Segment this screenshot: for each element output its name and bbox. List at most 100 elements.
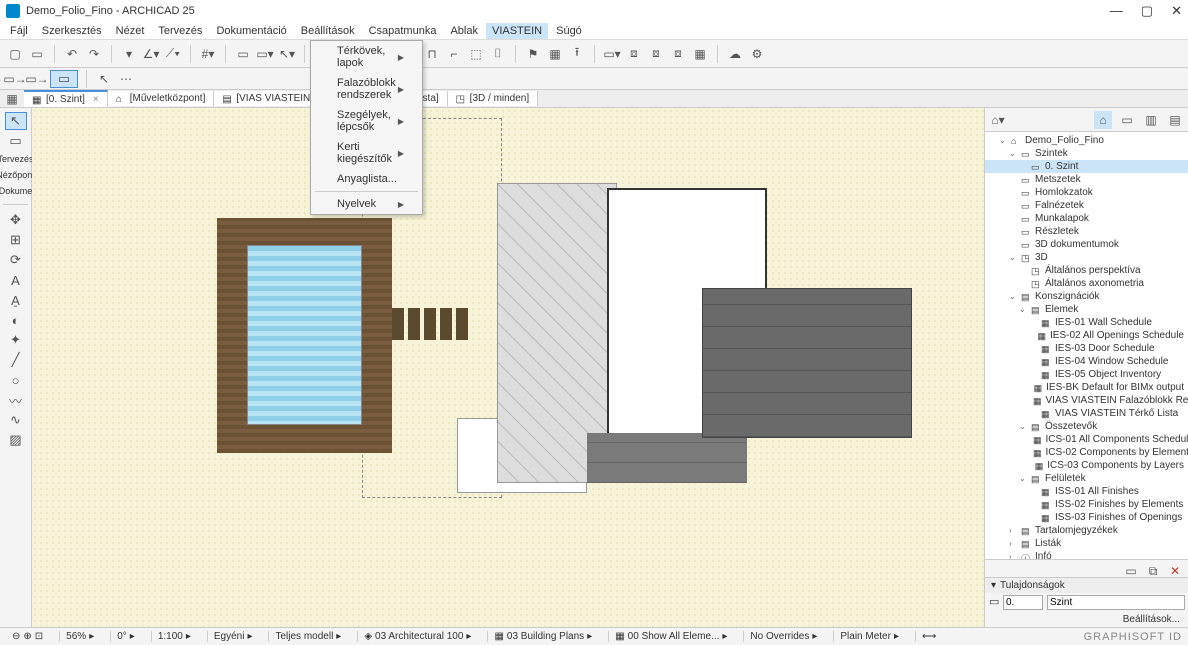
menu-nézet[interactable]: Nézet: [110, 23, 151, 39]
rotate-tool-icon[interactable]: ⟳: [5, 251, 27, 269]
overrides-combo[interactable]: No Overrides ▸: [743, 631, 823, 642]
grid-dropdown-icon[interactable]: #▾: [199, 45, 217, 63]
spline-tool-icon[interactable]: ∿: [5, 411, 27, 429]
tree-node[interactable]: ◳Általános perspektíva: [985, 264, 1188, 277]
select-mode1-icon[interactable]: ▭→: [6, 70, 24, 88]
menu-csapatmunka[interactable]: Csapatmunka: [363, 23, 443, 39]
view-tab[interactable]: ⌂[Műveletközpont]: [108, 91, 215, 106]
move-tool-icon[interactable]: ✥: [5, 211, 27, 229]
minimize-button[interactable]: —: [1110, 3, 1123, 19]
menu-szerkesztés[interactable]: Szerkesztés: [36, 23, 108, 39]
view-tab[interactable]: ▦[0. Szint]×: [24, 90, 108, 107]
zoom-in-icon[interactable]: ⊕: [23, 631, 31, 642]
stack1-icon[interactable]: ⧈: [625, 45, 643, 63]
plan-combo[interactable]: ▦ 03 Building Plans ▸: [487, 631, 598, 642]
maximize-button[interactable]: ▢: [1141, 3, 1153, 19]
dropdown-item[interactable]: Kerti kiegészítők▶: [311, 137, 422, 169]
section-dokume[interactable]: Dokume: [0, 184, 34, 198]
tree-node[interactable]: ▦IES-02 All Openings Schedule: [985, 329, 1188, 342]
cursor-dropdown-icon[interactable]: ↖▾: [278, 45, 296, 63]
adjust-icon[interactable]: ⌐: [445, 45, 463, 63]
tree-node[interactable]: ⌄▭Szintek: [985, 147, 1188, 160]
fill-tool-icon[interactable]: ◐: [5, 311, 27, 329]
nav-proj-icon[interactable]: ⌂: [1094, 111, 1112, 129]
scale-value[interactable]: 1:100 ▸: [151, 631, 197, 642]
units-combo[interactable]: Plain Meter ▸: [833, 631, 905, 642]
hatch-tool-icon[interactable]: ▨: [5, 431, 27, 449]
new-file-icon[interactable]: ▢: [6, 45, 24, 63]
layer-dropdown-icon[interactable]: ▭▾: [256, 45, 274, 63]
view-tab[interactable]: ◳[3D / minden]: [448, 91, 538, 106]
settings-link[interactable]: Beállítások...: [985, 612, 1188, 627]
showall-combo[interactable]: ▦ 00 Show All Eleme...▸: [608, 631, 733, 642]
zoom-value[interactable]: 56% ▸: [59, 631, 100, 642]
tree-node[interactable]: ◳Általános axonometria: [985, 277, 1188, 290]
line-dropdown-icon[interactable]: ⟋▾: [164, 45, 182, 63]
dropdown-item[interactable]: Falazóblokk rendszerek▶: [311, 73, 422, 105]
brand-label[interactable]: GRAPHISOFT ID: [1084, 631, 1182, 643]
dropdown-item[interactable]: Szegélyek, lépcsők▶: [311, 105, 422, 137]
undo-icon[interactable]: ↶: [63, 45, 81, 63]
page-dropdown-icon[interactable]: ▭▾: [603, 45, 621, 63]
prop-id-field[interactable]: [1003, 595, 1043, 610]
menu-fájl[interactable]: Fájl: [4, 23, 34, 39]
tree-node[interactable]: ▭Munkalapok: [985, 212, 1188, 225]
zoom-out-icon[interactable]: ⊖: [12, 631, 20, 642]
tree-node[interactable]: ›▤Tartalomjegyzékek: [985, 524, 1188, 537]
circle-tool-icon[interactable]: ○: [5, 371, 27, 389]
tree-node[interactable]: ›▤Listák: [985, 537, 1188, 550]
trim-icon[interactable]: ⌷: [489, 45, 507, 63]
wall-tool-icon[interactable]: ⊞: [5, 231, 27, 249]
tree-node[interactable]: ⌄▤Felületek: [985, 472, 1188, 485]
tree-node[interactable]: ▦VIAS VIASTEIN Térkő Lista: [985, 407, 1188, 420]
nav-view-icon[interactable]: ▭: [1118, 111, 1136, 129]
tree-node[interactable]: ▦ISS-01 All Finishes: [985, 485, 1188, 498]
tree-node[interactable]: ▦ICS-01 All Components Schedule: [985, 433, 1188, 446]
redo-icon[interactable]: ↷: [85, 45, 103, 63]
tree-node[interactable]: ›ⓘInfó: [985, 550, 1188, 559]
open-file-icon[interactable]: ▭: [28, 45, 46, 63]
grid2-icon[interactable]: ▦: [691, 45, 709, 63]
tab-close-icon[interactable]: ×: [93, 94, 99, 105]
section-tervezes[interactable]: Tervezés: [0, 152, 36, 166]
cursor-icon[interactable]: ↖: [95, 70, 113, 88]
tree-node[interactable]: ▦ISS-03 Finishes of Openings: [985, 511, 1188, 524]
publish-icon[interactable]: ⭱: [568, 45, 586, 63]
menu-viastein[interactable]: VIASTEIN: [486, 23, 548, 39]
label-tool-icon[interactable]: A̱: [5, 291, 27, 309]
nav-layout-icon[interactable]: ▥: [1142, 111, 1160, 129]
nav-pub-icon[interactable]: ▤: [1166, 111, 1184, 129]
menu-tervezés[interactable]: Tervezés: [152, 23, 208, 39]
drawing-canvas[interactable]: [32, 108, 984, 627]
menu-ablak[interactable]: Ablak: [444, 23, 484, 39]
arrow-tool-icon[interactable]: ↖: [5, 112, 27, 130]
tree-node[interactable]: ▦IES-04 Window Schedule: [985, 355, 1188, 368]
tree-node[interactable]: ▭Falnézetek: [985, 199, 1188, 212]
dim-icon[interactable]: ⟷: [915, 631, 942, 642]
spread-icon[interactable]: ▦: [546, 45, 564, 63]
angle-dropdown-icon[interactable]: ∠▾: [142, 45, 160, 63]
layer-combo[interactable]: ◈ 03 Architectural 100▸: [357, 631, 477, 642]
dropdown-item[interactable]: Nyelvek▶: [311, 194, 422, 214]
tree-node[interactable]: ▦IES-05 Object Inventory: [985, 368, 1188, 381]
select-mode2-icon[interactable]: ▭→: [28, 70, 46, 88]
point-tool-icon[interactable]: ✦: [5, 331, 27, 349]
tab-grid-icon[interactable]: ▦: [0, 90, 24, 108]
prop-name-field[interactable]: [1047, 595, 1185, 610]
split-icon[interactable]: ⊓: [423, 45, 441, 63]
nav-home-icon[interactable]: ⌂▾: [989, 111, 1007, 129]
arrow-dropdown-icon[interactable]: ▾: [120, 45, 138, 63]
menu-beállítások[interactable]: Beállítások: [295, 23, 361, 39]
close-button[interactable]: ✕: [1171, 3, 1182, 19]
tree-node[interactable]: ⌄▤Elemek: [985, 303, 1188, 316]
tree-node[interactable]: ▭3D dokumentumok: [985, 238, 1188, 251]
extrude-icon[interactable]: ⬚: [467, 45, 485, 63]
tree-node[interactable]: ▦ICS-03 Components by Layers: [985, 459, 1188, 472]
model-filter[interactable]: Teljes modell ▸: [268, 631, 347, 642]
tree-node[interactable]: ▦IES-01 Wall Schedule: [985, 316, 1188, 329]
tree-node[interactable]: ⌄▤Konszignációk: [985, 290, 1188, 303]
properties-header[interactable]: ▾Tulajdonságok: [985, 578, 1188, 593]
tree-node[interactable]: ▭Homlokzatok: [985, 186, 1188, 199]
dropdown-item[interactable]: Térkövek, lapok▶: [311, 41, 422, 73]
view-type[interactable]: Egyéni ▸: [207, 631, 259, 642]
